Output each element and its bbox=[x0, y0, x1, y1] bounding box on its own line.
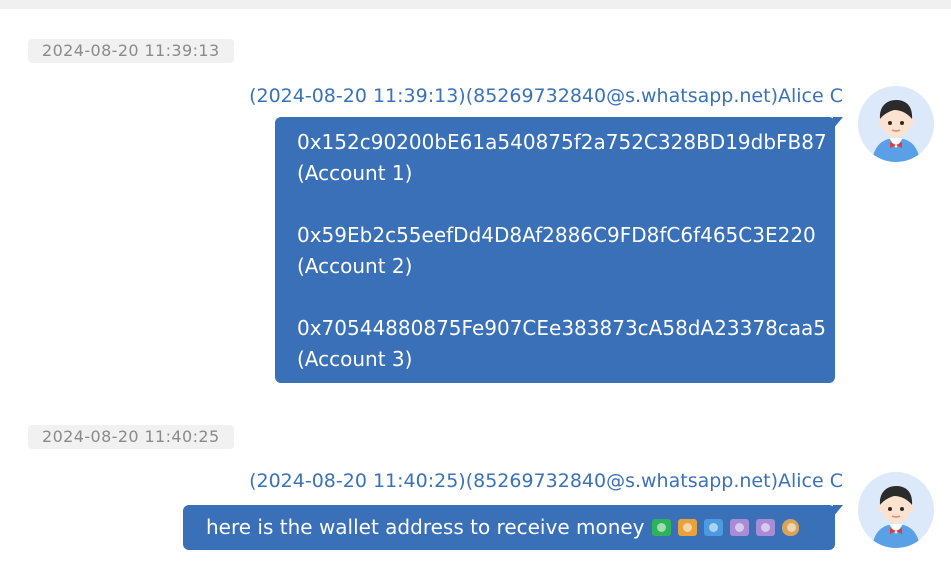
dollar-banknote-icon bbox=[651, 519, 671, 536]
message-line: 0x70544880875Fe907CEe383873cA58dA23378ca… bbox=[297, 316, 827, 340]
message-bubble[interactable]: here is the wallet address to receive mo… bbox=[183, 505, 843, 550]
message-line: (Account 1) bbox=[297, 161, 413, 185]
emoji-group bbox=[645, 515, 799, 539]
euro-banknote-icon bbox=[703, 519, 723, 536]
avatar[interactable] bbox=[858, 472, 934, 548]
money-bag-icon bbox=[781, 519, 799, 536]
yen-banknote-icon bbox=[677, 519, 697, 536]
pound-banknote-icon bbox=[729, 519, 749, 536]
message-line-blank bbox=[297, 282, 835, 313]
timestamp-separator: 2024-08-20 11:39:13 bbox=[28, 39, 234, 63]
pound-banknote-icon bbox=[755, 519, 775, 536]
message-line: 0x152c90200bE61a540875f2a752C328BD19dbFB… bbox=[297, 130, 827, 154]
message-line-blank bbox=[297, 189, 835, 220]
message-text: here is the wallet address to receive mo… bbox=[206, 515, 645, 539]
message-line: 0x59Eb2c55eefDd4D8Af2886C9FD8fC6f465C3E2… bbox=[297, 223, 816, 247]
message-bubble[interactable]: 0x152c90200bE61a540875f2a752C328BD19dbFB… bbox=[275, 117, 843, 383]
sender-line: (2024-08-20 11:40:25)(85269732840@s.what… bbox=[249, 470, 843, 492]
avatar[interactable] bbox=[858, 86, 934, 162]
top-bar bbox=[0, 0, 951, 9]
avatar-person-icon bbox=[872, 486, 920, 548]
bubble-tail bbox=[833, 117, 843, 129]
timestamp-separator: 2024-08-20 11:40:25 bbox=[28, 425, 234, 449]
sender-line: (2024-08-20 11:39:13)(85269732840@s.what… bbox=[249, 85, 843, 107]
avatar-person-icon bbox=[872, 100, 920, 162]
message-line: (Account 2) bbox=[297, 254, 413, 278]
message-line: (Account 3) bbox=[297, 347, 413, 371]
bubble-tail bbox=[833, 505, 843, 517]
